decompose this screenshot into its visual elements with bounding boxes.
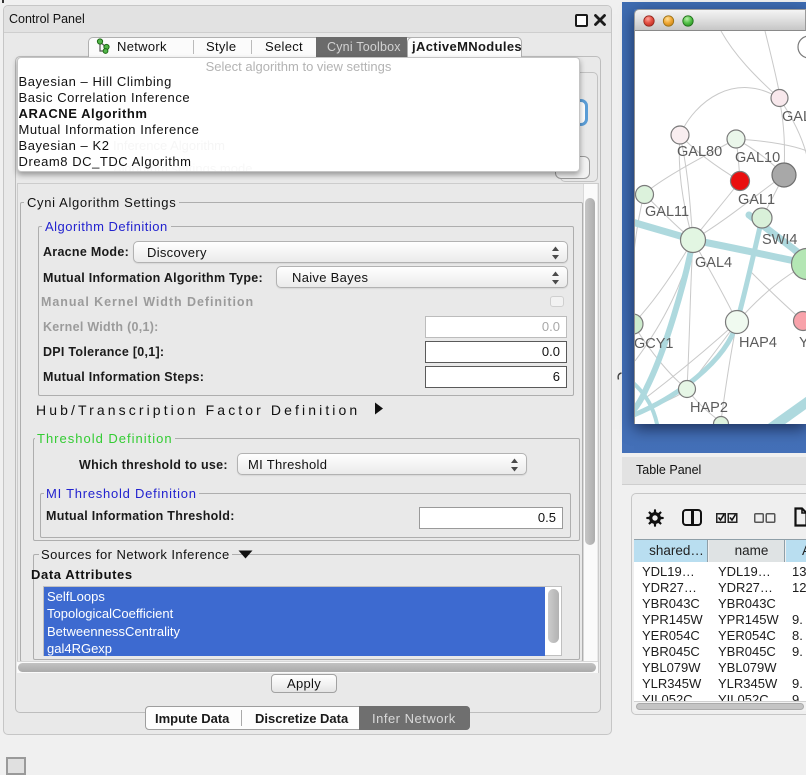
svg-text:SWI4: SWI4 — [762, 232, 797, 248]
svg-text:GAL4: GAL4 — [695, 255, 732, 271]
svg-text:HAP4: HAP4 — [739, 335, 777, 351]
svg-text:HAP2: HAP2 — [690, 400, 728, 416]
svg-text:YM: YM — [799, 335, 806, 351]
svg-text:GAL7: GAL7 — [782, 109, 806, 125]
svg-text:GAL11: GAL11 — [645, 204, 689, 220]
svg-text:GAL80: GAL80 — [677, 144, 722, 160]
svg-text:GAL1: GAL1 — [738, 192, 775, 208]
svg-text:GAL10: GAL10 — [735, 150, 780, 166]
svg-text:GCY1: GCY1 — [635, 336, 674, 352]
